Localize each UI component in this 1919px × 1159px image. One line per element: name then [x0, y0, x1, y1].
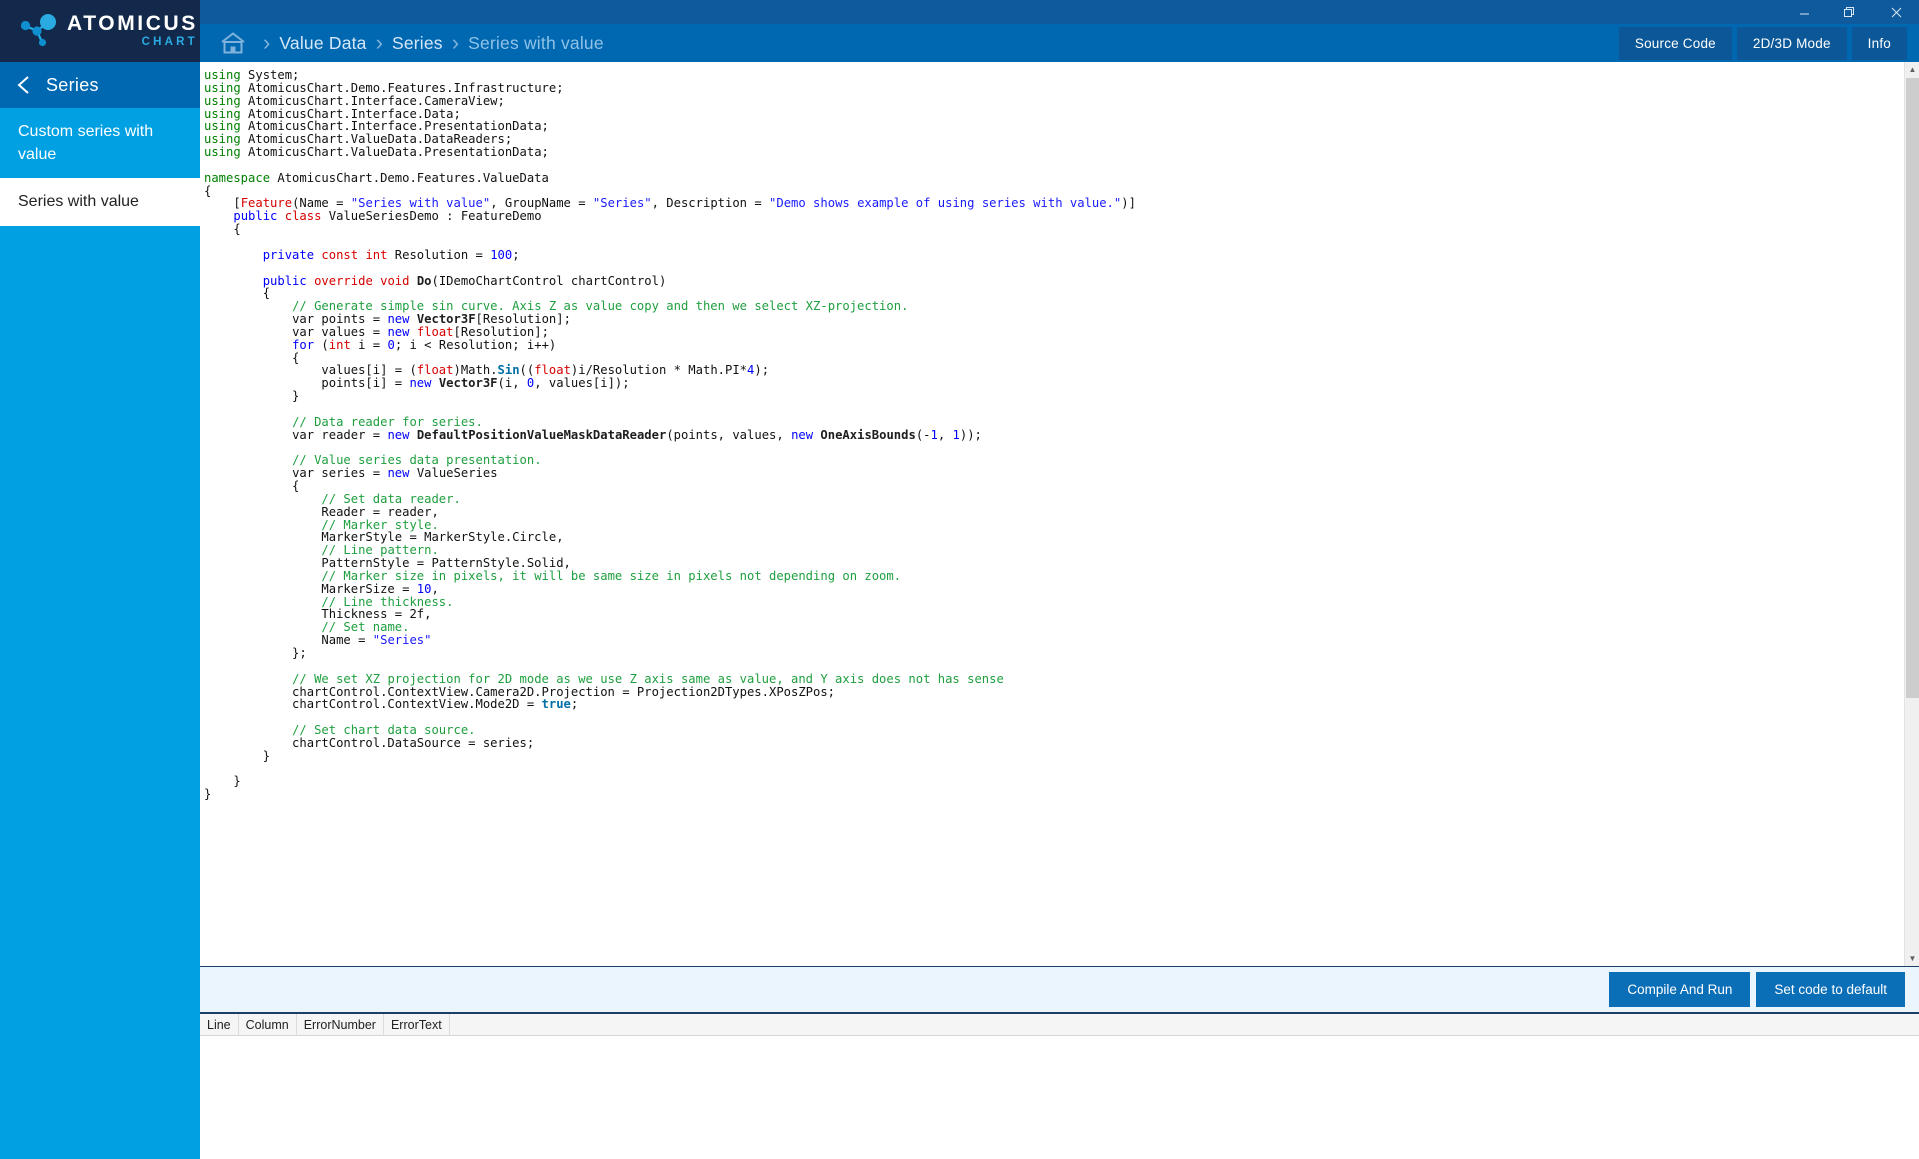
set-code-to-default-button[interactable]: Set code to default	[1756, 972, 1905, 1007]
breadcrumb-separator: ›	[452, 32, 459, 54]
error-grid: Line Column ErrorNumber ErrorText	[200, 1012, 1919, 1159]
breadcrumb-separator: ›	[263, 32, 270, 54]
breadcrumb-separator: ›	[376, 32, 383, 54]
column-header-line[interactable]: Line	[200, 1014, 239, 1035]
mode-2d-3d-button[interactable]: 2D/3D Mode	[1737, 27, 1847, 60]
titlebar-area: › Value Data › Series › Series with valu…	[200, 0, 1919, 62]
code-editor[interactable]: using System; using AtomicusChart.Demo.F…	[200, 62, 1919, 966]
column-header-errortext[interactable]: ErrorText	[384, 1014, 450, 1035]
brand-logo: ATOMICUS CHART	[0, 0, 200, 62]
top-actions: Source Code 2D/3D Mode Info	[1619, 27, 1919, 60]
breadcrumb-item-value-data[interactable]: Value Data	[279, 33, 366, 54]
breadcrumb-item-series-with-value[interactable]: Series with value	[468, 33, 604, 54]
logo-wordmark: ATOMICUS	[67, 13, 198, 34]
compile-toolbar: Compile And Run Set code to default	[200, 966, 1919, 1012]
compile-and-run-button[interactable]: Compile And Run	[1609, 972, 1750, 1007]
main-panel: using System; using AtomicusChart.Demo.F…	[200, 62, 1919, 1159]
chevron-left-icon	[14, 74, 36, 96]
sidebar-item-custom-series-with-value[interactable]: Custom series with value	[0, 108, 200, 178]
app-window: ATOMICUS CHART	[0, 0, 1919, 1159]
atomicus-molecule-icon	[16, 11, 60, 51]
close-button[interactable]	[1873, 0, 1919, 24]
breadcrumb-item-series[interactable]: Series	[392, 33, 443, 54]
editor-vertical-scrollbar[interactable]: ▲ ▼	[1904, 62, 1919, 966]
window-chrome	[200, 0, 1919, 24]
column-header-column[interactable]: Column	[239, 1014, 297, 1035]
sidebar-back-header[interactable]: Series	[0, 62, 200, 108]
scrollbar-thumb[interactable]	[1906, 78, 1919, 698]
info-button[interactable]: Info	[1852, 27, 1907, 60]
minimize-button[interactable]	[1781, 0, 1827, 24]
scroll-up-arrow-icon[interactable]: ▲	[1905, 62, 1919, 77]
source-code[interactable]: using System; using AtomicusChart.Demo.F…	[204, 69, 1904, 801]
breadcrumb: › Value Data › Series › Series with valu…	[200, 24, 1919, 62]
sidebar-filler	[0, 226, 200, 1159]
sidebar-item-series-with-value[interactable]: Series with value	[0, 178, 200, 225]
error-grid-body	[200, 1036, 1919, 1159]
scroll-down-arrow-icon[interactable]: ▼	[1905, 951, 1919, 966]
code-editor-text-area[interactable]: using System; using AtomicusChart.Demo.F…	[200, 62, 1904, 966]
body: Series Custom series with value Series w…	[0, 62, 1919, 1159]
column-header-errornumber[interactable]: ErrorNumber	[297, 1014, 384, 1035]
source-code-button[interactable]: Source Code	[1619, 27, 1732, 60]
home-icon[interactable]	[218, 30, 248, 56]
restore-button[interactable]	[1827, 0, 1873, 24]
logo-subtitle: CHART	[67, 37, 198, 49]
top-bar: ATOMICUS CHART	[0, 0, 1919, 62]
sidebar: Series Custom series with value Series w…	[0, 62, 200, 1159]
error-grid-header: Line Column ErrorNumber ErrorText	[200, 1014, 1919, 1036]
sidebar-back-label: Series	[46, 75, 99, 96]
column-header-filler	[450, 1014, 1919, 1035]
